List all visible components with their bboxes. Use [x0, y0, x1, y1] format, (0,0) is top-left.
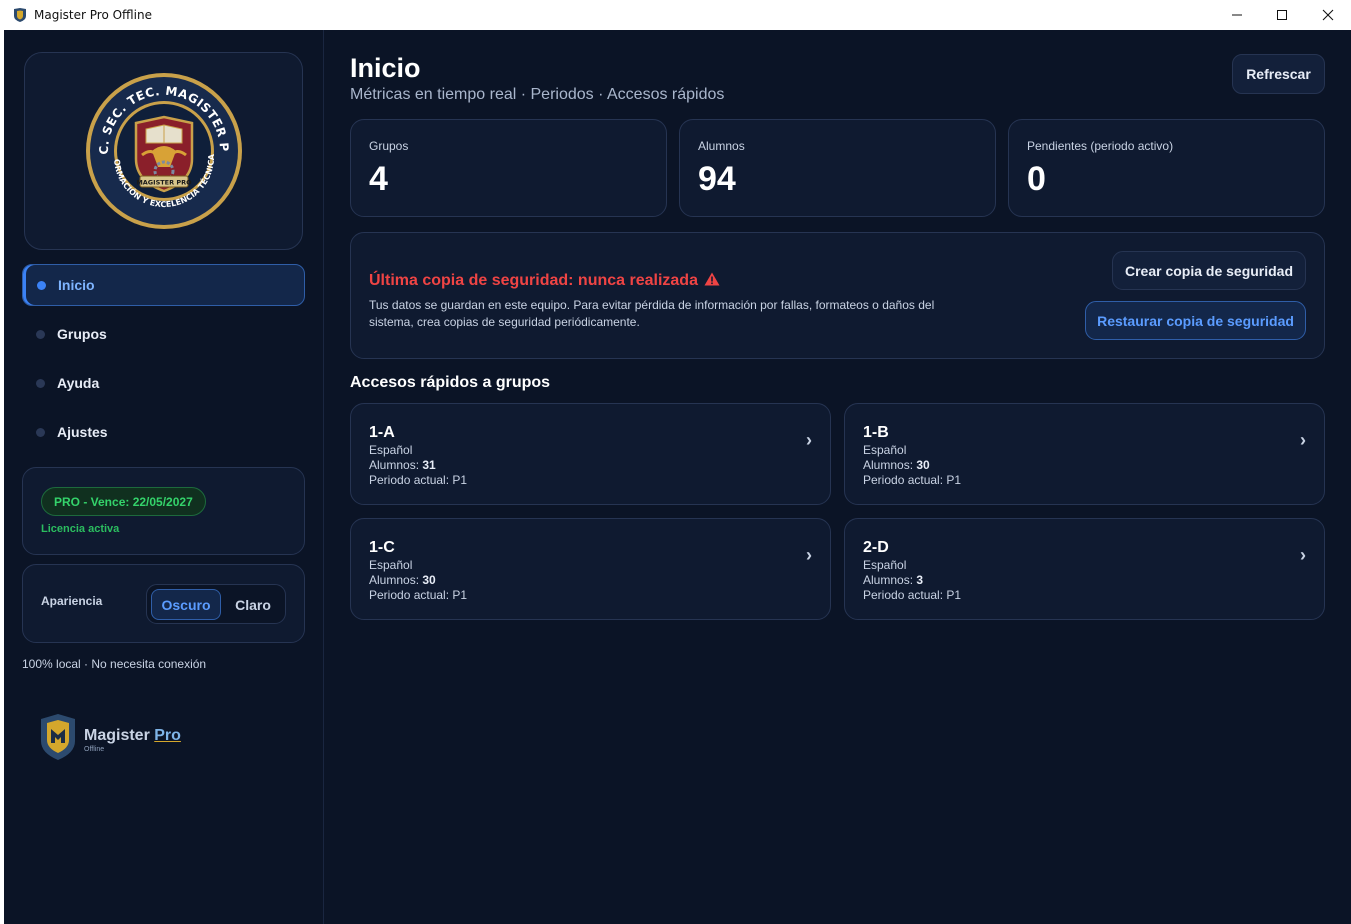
nav-dot: [36, 329, 45, 339]
group-card-1c[interactable]: 1-C Español Alumnos: 30 Periodo actual: …: [350, 518, 831, 620]
group-subject: Español: [863, 443, 907, 457]
metric-value: 4: [369, 160, 388, 198]
close-button[interactable]: [1305, 0, 1351, 30]
metric-label: Grupos: [369, 139, 409, 153]
group-students: Alumnos: 30: [369, 573, 436, 587]
theme-dark-button[interactable]: Oscuro: [151, 589, 221, 620]
nav-item-grupos[interactable]: Grupos: [22, 313, 305, 355]
group-subject: Español: [863, 558, 907, 572]
restore-backup-button[interactable]: Restaurar copia de seguridad: [1085, 301, 1306, 340]
nav-dot: [36, 378, 45, 388]
group-name: 1-B: [863, 424, 889, 441]
theme-light-button[interactable]: Claro: [223, 589, 283, 620]
group-period: Periodo actual: P1: [369, 473, 468, 487]
brand-logo: Magister Pro Offline: [38, 713, 198, 765]
group-name: 1-A: [369, 424, 395, 441]
metric-card-alumnos: Alumnos 94: [679, 119, 996, 217]
close-icon: [1322, 9, 1334, 21]
backup-title: Última copia de seguridad: nunca realiza…: [369, 272, 720, 290]
metric-label: Pendientes (periodo activo): [1027, 139, 1174, 153]
metric-value: 94: [698, 160, 736, 198]
school-emblem-card: ESC. SEC. TEC. MAGISTER PRO FORMACIÓN Y …: [24, 52, 303, 250]
brand-name: Magister Pro: [84, 727, 181, 744]
metric-label: Alumnos: [698, 139, 745, 153]
maximize-button[interactable]: [1259, 0, 1305, 30]
metric-card-grupos: Grupos 4: [350, 119, 667, 217]
group-name: 2-D: [863, 539, 889, 556]
metric-value: 0: [1027, 160, 1046, 198]
chevron-right-icon: ›: [806, 545, 812, 565]
sidebar: ESC. SEC. TEC. MAGISTER PRO FORMACIÓN Y …: [4, 30, 324, 924]
nav-item-ajustes[interactable]: Ajustes: [22, 411, 305, 453]
group-students: Alumnos: 30: [863, 458, 930, 472]
nav-dot: [36, 427, 45, 437]
group-card-1a[interactable]: 1-A Español Alumnos: 31 Periodo actual: …: [350, 403, 831, 505]
group-subject: Español: [369, 558, 413, 572]
page-subtitle: Métricas en tiempo real · Periodos · Acc…: [350, 86, 725, 103]
minimize-button[interactable]: [1214, 0, 1260, 30]
maximize-icon: [1277, 10, 1287, 20]
group-period: Periodo actual: P1: [863, 473, 962, 487]
appearance-label: Apariencia: [41, 594, 103, 608]
group-subject: Español: [369, 443, 413, 457]
svg-text:MAGISTER PRO: MAGISTER PRO: [136, 179, 192, 187]
metric-card-pendientes: Pendientes (periodo activo) 0: [1008, 119, 1325, 217]
chevron-right-icon: ›: [806, 430, 812, 450]
window-titlebar: Magister Pro Offline: [0, 0, 1351, 30]
nav-item-inicio[interactable]: Inicio: [22, 264, 305, 306]
group-period: Periodo actual: P1: [369, 588, 468, 602]
appearance-card: Apariencia Oscuro Claro: [22, 564, 305, 643]
backup-description: Tus datos se guardan en este equipo. Par…: [369, 298, 935, 329]
group-card-1b[interactable]: 1-B Español Alumnos: 30 Periodo actual: …: [844, 403, 1325, 505]
group-students: Alumnos: 31: [369, 458, 436, 472]
nav-item-label: Ayuda: [57, 375, 100, 391]
refresh-button[interactable]: Refrescar: [1232, 54, 1325, 94]
groups-section-title: Accesos rápidos a grupos: [350, 374, 551, 391]
app-shield-icon: [14, 8, 26, 22]
license-badge: PRO - Vence: 22/05/2027: [41, 487, 206, 516]
group-name: 1-C: [369, 539, 395, 556]
window-title: Magister Pro Offline: [34, 8, 152, 22]
nav-item-label: Ajustes: [57, 424, 108, 440]
nav-item-label: Grupos: [57, 326, 107, 342]
theme-toggle: Oscuro Claro: [146, 584, 286, 624]
warning-icon: [704, 272, 720, 286]
chevron-right-icon: ›: [1300, 545, 1306, 565]
main-content: Inicio Métricas en tiempo real · Periodo…: [325, 30, 1351, 924]
minimize-icon: [1232, 14, 1242, 16]
group-card-2d[interactable]: 2-D Español Alumnos: 3 Periodo actual: P…: [844, 518, 1325, 620]
brand-shield-icon: [41, 714, 75, 760]
nav-item-ayuda[interactable]: Ayuda: [22, 362, 305, 404]
page-title: Inicio: [350, 53, 421, 83]
group-period: Periodo actual: P1: [863, 588, 962, 602]
offline-note: 100% local · No necesita conexión: [22, 657, 207, 671]
nav-item-label: Inicio: [58, 277, 95, 293]
license-status: Licencia activa: [41, 523, 120, 535]
nav-dot: [37, 280, 46, 290]
license-card: PRO - Vence: 22/05/2027 Licencia activa: [22, 467, 305, 555]
create-backup-button[interactable]: Crear copia de seguridad: [1112, 251, 1306, 290]
group-students: Alumnos: 3: [863, 573, 924, 587]
backup-card: Última copia de seguridad: nunca realiza…: [350, 232, 1325, 359]
chevron-right-icon: ›: [1300, 430, 1306, 450]
school-emblem: ESC. SEC. TEC. MAGISTER PRO FORMACIÓN Y …: [84, 71, 242, 229]
brand-subtitle: Offline: [84, 746, 105, 753]
